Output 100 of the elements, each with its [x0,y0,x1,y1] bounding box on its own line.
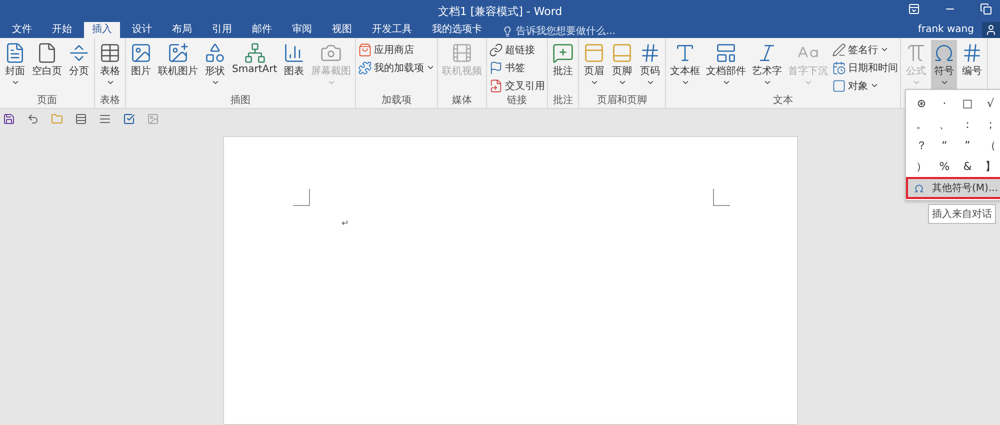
symbol-item[interactable]: % [933,156,956,177]
ribbon-tab[interactable]: 布局 [164,22,200,38]
caret-icon [618,78,627,87]
ribbon-tab[interactable]: 插入 [84,22,120,38]
symbol-item[interactable]: √ [979,93,1000,114]
group-label: 页面 [36,94,58,108]
cover-page-icon [4,42,26,64]
symbol-item[interactable]: 。 [910,114,933,135]
ribbon-button[interactable]: 图片 [128,40,154,94]
symbol-item[interactable]: （ [979,135,1000,156]
blank-page-icon [36,42,58,64]
ribbon-button[interactable]: 联机图片 [156,40,200,94]
symbol-item[interactable]: 】 [979,156,1000,177]
ribbon-button[interactable]: 应用商店 [357,41,436,58]
symbol-item[interactable]: □ [956,93,979,114]
rows-icon[interactable] [75,112,87,124]
ribbon-button[interactable]: 封面 [2,40,28,94]
picture-icon [130,42,152,64]
ribbon-button[interactable]: 文档部件 [704,40,748,94]
ribbon-display-icon[interactable] [908,3,920,15]
undo-icon[interactable] [27,112,39,124]
tell-me-field[interactable]: 告诉我您想要做什么... [516,24,616,38]
share-button[interactable] [982,22,1000,38]
save-icon[interactable] [3,112,15,124]
ribbon-tab[interactable]: 我的选项卡 [424,22,490,38]
group-label: 表格 [99,94,121,108]
symbol-item[interactable]: · [933,93,956,114]
symbol-item[interactable]: & [956,156,979,177]
ribbon-tab[interactable]: 开始 [44,22,80,38]
checkbox-icon[interactable] [123,112,135,124]
ribbon-button[interactable]: SmartArt [230,40,280,94]
user-icon [985,24,997,36]
store-icon [358,42,372,56]
symbol-item[interactable]: ？ [910,135,933,156]
video-icon [451,42,474,64]
caret-icon [10,78,20,87]
ribbon-button[interactable]: 编号 [959,40,986,94]
ribbon-tab[interactable]: 引用 [204,22,240,38]
caret-icon [880,45,890,54]
ribbon-button[interactable]: 页眉 [581,40,608,94]
restore-icon[interactable] [980,3,992,15]
ribbon-tab[interactable]: 文件 [4,22,40,38]
page-break-icon [68,42,90,64]
ribbon-tab[interactable]: 审阅 [284,22,320,38]
object-icon [832,78,846,92]
ribbon-button[interactable]: 书签 [488,59,546,76]
lightbulb-icon [502,26,513,36]
comment-icon [552,42,574,64]
ribbon-tab[interactable]: 开发工具 [364,22,420,38]
caret-icon [590,78,599,87]
symbol-item[interactable]: ” [956,135,979,156]
window-title: 文档1 [兼容模式] - Word [438,4,562,18]
ribbon-button[interactable]: 表格 [97,40,123,94]
ribbon-button[interactable]: 签名行 [831,41,900,58]
ribbon-button[interactable]: 页脚 [609,40,636,94]
ribbon-button[interactable]: 图表 [281,40,308,94]
ribbon-button[interactable]: 空白页 [30,40,64,94]
caret-icon [210,78,220,87]
ribbon-button[interactable]: 批注 [550,40,576,94]
shapes-icon [204,42,226,64]
link-icon [489,42,504,56]
caret-icon [646,78,655,87]
symbol-item[interactable]: ） [910,156,933,177]
group-label: 插图 [230,94,252,108]
ribbon-button[interactable]: 艺术字 [750,40,784,94]
caret-icon [804,78,813,87]
ribbon-tab[interactable]: 邮件 [244,22,280,38]
symbol-item[interactable]: ： [956,114,979,135]
ribbon-button[interactable]: 对象 [831,77,900,94]
ribbon-button[interactable]: 页码 [637,40,664,94]
symbol-item[interactable]: ⊛ [910,93,933,114]
ribbon-button[interactable]: 形状 [202,40,228,94]
caret-icon [762,78,772,87]
caret-icon [940,78,949,87]
margin-corner [712,189,730,206]
signature-icon [832,42,846,56]
ribbon-button[interactable]: 文本框 [668,40,702,94]
more-symbols-item[interactable]: 其他符号(M)... [908,179,1000,197]
caret-icon [426,63,436,72]
caret-icon [912,78,921,87]
ribbon-button[interactable]: 交叉引用 [488,77,546,94]
ribbon-tab[interactable]: 视图 [324,22,360,38]
user-name[interactable]: frank wang [918,22,974,38]
ribbon-tab[interactable]: 设计 [124,22,160,38]
ribbon-button[interactable]: 分页 [66,40,92,94]
symbol-item[interactable]: ； [979,114,1000,135]
line-spacing-icon[interactable] [99,112,111,124]
caret-icon [326,78,336,87]
ribbon-button[interactable]: 超链接 [488,41,546,58]
quick-parts-icon [715,42,738,64]
symbol-item[interactable]: 、 [933,114,956,135]
cross-reference-icon [489,78,504,92]
symbol-item[interactable]: “ [933,135,956,156]
table-icon [99,42,121,64]
ribbon-button[interactable]: 日期和时间 [831,59,900,76]
group-label: 文本 [772,94,794,108]
group-label: 加载项 [380,94,413,108]
ribbon-button[interactable]: 我的加载项 [357,59,436,76]
puzzle-icon [358,60,372,74]
smartart-icon [244,42,266,64]
